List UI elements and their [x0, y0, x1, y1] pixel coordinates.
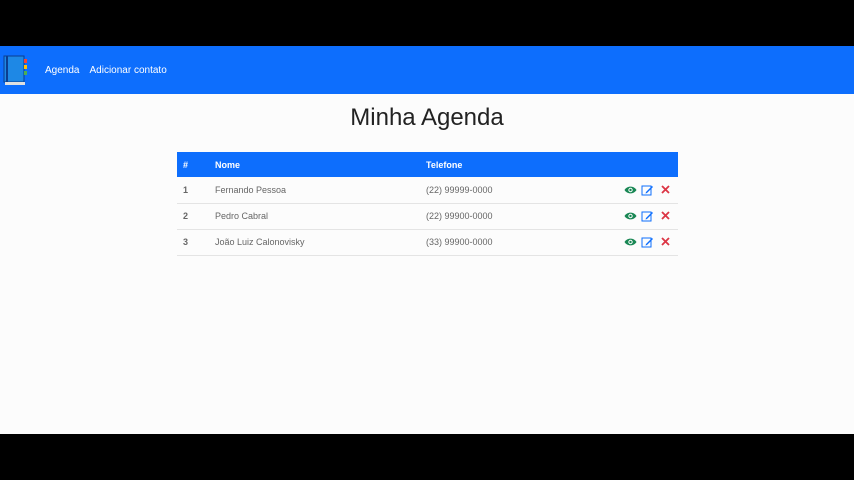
navbar: Agenda Adicionar contato: [0, 46, 854, 94]
edit-icon[interactable]: [641, 210, 654, 222]
eye-icon[interactable]: [624, 210, 637, 222]
page-title: Minha Agenda: [350, 104, 504, 131]
browser-viewport: Agenda Adicionar contato Minha Agenda # …: [0, 46, 854, 434]
column-header-nome: Nome: [215, 159, 241, 170]
close-icon[interactable]: [659, 236, 672, 248]
table-row: 2 Pedro Cabral (22) 99900-0000: [177, 203, 678, 229]
edit-icon[interactable]: [641, 184, 654, 196]
contacts-table: # Nome Telefone 1 Fernando Pessoa (22) 9…: [177, 152, 678, 256]
row-nome: Pedro Cabral: [215, 211, 269, 221]
column-header-telefone: Telefone: [426, 159, 463, 170]
close-icon[interactable]: [659, 184, 672, 196]
row-index: 2: [183, 211, 189, 221]
close-icon[interactable]: [659, 210, 672, 222]
row-nome: João Luiz Calonovisky: [215, 237, 305, 247]
row-index: 3: [183, 237, 189, 247]
column-header-index: #: [183, 159, 189, 170]
eye-icon[interactable]: [624, 184, 637, 196]
row-telefone: (33) 99900-0000: [426, 237, 493, 247]
row-actions: [612, 229, 678, 255]
column-header-actions: [612, 152, 678, 177]
row-telefone: (22) 99999-0000: [426, 184, 493, 195]
edit-icon[interactable]: [641, 236, 654, 248]
table-row: 3 João Luiz Calonovisky (33) 99900-0000: [177, 229, 678, 255]
table-row: 1 Fernando Pessoa (22) 99999-0000: [177, 177, 678, 203]
address-book-icon[interactable]: [3, 54, 29, 86]
row-nome: Fernando Pessoa: [215, 184, 287, 195]
nav-link-adicionar-contato[interactable]: Adicionar contato: [89, 65, 166, 76]
eye-icon[interactable]: [624, 236, 637, 248]
row-telefone: (22) 99900-0000: [426, 211, 493, 221]
nav-link-agenda[interactable]: Agenda: [45, 65, 79, 76]
table-header-row: # Nome Telefone: [177, 152, 678, 177]
row-index: 1: [183, 184, 189, 195]
row-actions: [612, 177, 678, 203]
row-actions: [612, 203, 678, 229]
